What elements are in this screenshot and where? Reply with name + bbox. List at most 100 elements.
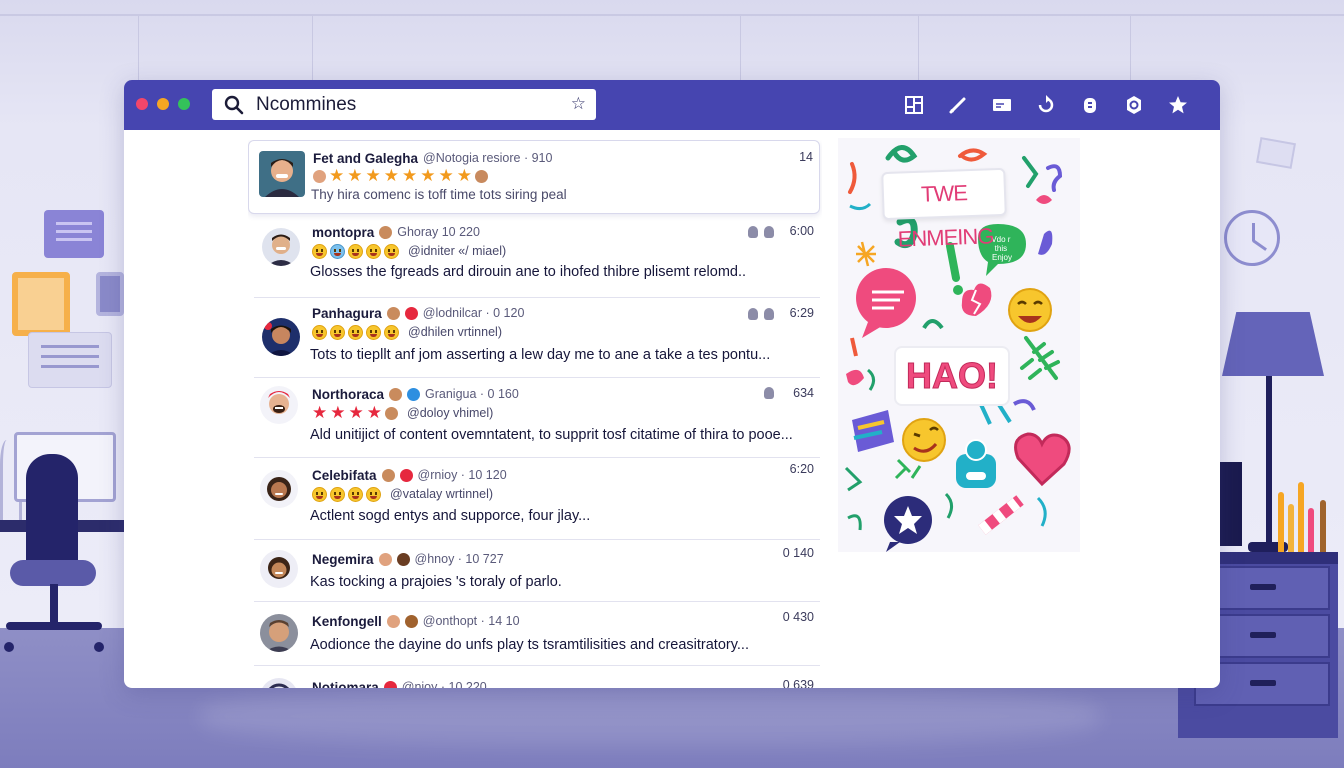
post-body: Aodionce the dayine do unfs play ts tsra…	[310, 637, 749, 653]
post-body: Ald unitijict of content ovemntatent, to…	[310, 427, 793, 443]
settings-icon[interactable]	[1112, 91, 1156, 119]
sticker-poster[interactable]: Vdo r this Enjoy TWE ENMEING HAO!	[838, 138, 1080, 552]
star-icon: ★	[438, 166, 454, 185]
chair-wheel	[4, 642, 14, 652]
office-chair-back	[26, 454, 78, 574]
feed-post[interactable]: Notiomara @nioy · 10 220 0 639	[248, 666, 820, 688]
close-window-button[interactable]	[136, 98, 148, 110]
poster-title: TWE ENMEING	[881, 167, 1007, 252]
bubble-text-line: this	[995, 244, 1007, 253]
star-icon[interactable]	[1156, 91, 1200, 119]
post-actions[interactable]	[764, 387, 774, 399]
heart-icon	[383, 680, 397, 688]
post-timestamp: 6:29	[789, 306, 814, 320]
post-subhandle: @idniter «/ miael)	[408, 244, 507, 258]
emoji-icon	[366, 486, 381, 502]
emoji-icon	[348, 486, 363, 502]
star-icon: ★	[347, 166, 363, 185]
post-author-handle: @nioy · 10 220	[401, 680, 487, 688]
face-icon	[381, 468, 395, 482]
globe-icon	[407, 387, 421, 401]
star-rating: ★ ★ ★ ★ ★ ★ ★ ★	[313, 167, 488, 185]
maximize-window-button[interactable]	[178, 98, 190, 110]
refresh-icon[interactable]	[1024, 91, 1068, 119]
post-actions[interactable]	[748, 308, 774, 320]
star-rating: ★ ★ ★ ★ @doloy vhimel)	[312, 404, 493, 422]
emoji-icon	[312, 243, 327, 259]
feed-post[interactable]: Celebifata @rnioy · 10 120 @vatalay wrti…	[248, 458, 820, 540]
emoji-icon	[330, 486, 345, 502]
star-icon: ★	[420, 166, 436, 185]
star-icon: ★	[383, 166, 399, 185]
post-author-name[interactable]: Kenfongell	[312, 614, 382, 629]
face-icon	[389, 387, 403, 401]
post-body: Thy hira comenc is toff time tots siring…	[311, 187, 567, 202]
star-icon: ★	[348, 403, 364, 422]
wall-note-paper	[28, 332, 112, 388]
post-body: Kas tocking a prajoies 's toraly of parl…	[310, 574, 562, 590]
avatar[interactable]	[260, 470, 298, 508]
post-author-name[interactable]: Celebifata	[312, 468, 377, 483]
search-input[interactable]	[256, 92, 556, 117]
layout-icon[interactable]	[892, 91, 936, 119]
feed-post[interactable]: Kenfongell @onthopt · 14 10 Aodionce the…	[248, 602, 820, 666]
post-author-name[interactable]: Northoraca	[312, 387, 384, 402]
post-author-name[interactable]: Fet and Galegha	[313, 151, 418, 166]
avatar[interactable]	[260, 550, 298, 588]
post-author-handle: @lodnilcar · 0 120	[422, 306, 525, 320]
star-icon: ★	[329, 166, 345, 185]
face-icon	[313, 169, 326, 183]
star-icon: ★	[312, 403, 328, 422]
office-chair-seat	[10, 560, 96, 586]
post-actions[interactable]	[748, 226, 774, 238]
post-author-handle: @hnoy · 10 727	[414, 552, 504, 566]
bookmark-star-icon[interactable]: ☆	[571, 94, 586, 114]
wall-panel-line	[312, 16, 313, 80]
card-icon[interactable]	[980, 91, 1024, 119]
emoji-icon	[384, 324, 399, 340]
pen-icon[interactable]	[936, 91, 980, 119]
post-timestamp: 0 639	[782, 678, 814, 688]
emoji-icon	[366, 324, 381, 340]
post-subhandle: @dhilen vrtinnel)	[408, 325, 502, 339]
heart-icon	[404, 306, 418, 320]
poster-exclaim: HAO!	[894, 346, 1010, 406]
feed-post[interactable]: Panhagura @lodnilcar · 0 120 @dhilen vrt…	[248, 298, 820, 378]
office-chair-pole	[50, 584, 58, 624]
star-icon: ★	[365, 166, 381, 185]
feed-post[interactable]: Northoraca Granigua · 0 160 ★ ★ ★ ★ @dol…	[248, 378, 820, 458]
post-author-name[interactable]: Notiomara	[312, 680, 379, 689]
face-icon	[404, 614, 418, 628]
post-subhandle: @doloy vhimel)	[407, 406, 494, 420]
wall-note-purple	[44, 210, 104, 258]
face-icon	[396, 552, 410, 566]
wall-panel-line	[1130, 16, 1131, 80]
avatar[interactable]	[260, 678, 298, 688]
post-author-handle: @Notogia resiore · 910	[423, 151, 553, 165]
feed-post[interactable]: montopra Ghoray 10 220 @idniter «/ miael…	[248, 218, 820, 298]
wall-panel-line	[740, 16, 741, 80]
feed-post-featured[interactable]: Fet and Galegha @Notogia resiore · 910 ★…	[248, 140, 820, 214]
star-icon: ★	[402, 166, 418, 185]
avatar[interactable]	[260, 614, 298, 652]
star-icon: ★	[330, 403, 346, 422]
avatar[interactable]	[262, 318, 300, 356]
post-body: Tots to tiepllt anf jom asserting a lew …	[310, 347, 771, 363]
wall-panel-line	[138, 16, 139, 80]
avatar[interactable]	[259, 151, 305, 197]
avatar[interactable]	[260, 386, 298, 424]
post-author-name[interactable]: Panhagura	[312, 306, 382, 321]
post-author-name[interactable]: montopra	[312, 225, 374, 240]
feed-post[interactable]: Negemira @hnoy · 10 727 Kas tocking a pr…	[248, 540, 820, 602]
wall-panel-line	[918, 16, 919, 80]
avatar[interactable]	[262, 228, 300, 266]
post-author-name[interactable]: Negemira	[312, 552, 374, 567]
post-subhandle: @vatalay wrtinnel)	[390, 487, 494, 501]
post-timestamp: 634	[793, 386, 814, 400]
emoji-icon	[312, 324, 327, 340]
post-timestamp: 0 430	[782, 610, 814, 624]
face-icon	[475, 169, 488, 183]
lock-icon[interactable]	[1068, 91, 1112, 119]
wall-frame-small	[96, 272, 124, 316]
minimize-window-button[interactable]	[157, 98, 169, 110]
